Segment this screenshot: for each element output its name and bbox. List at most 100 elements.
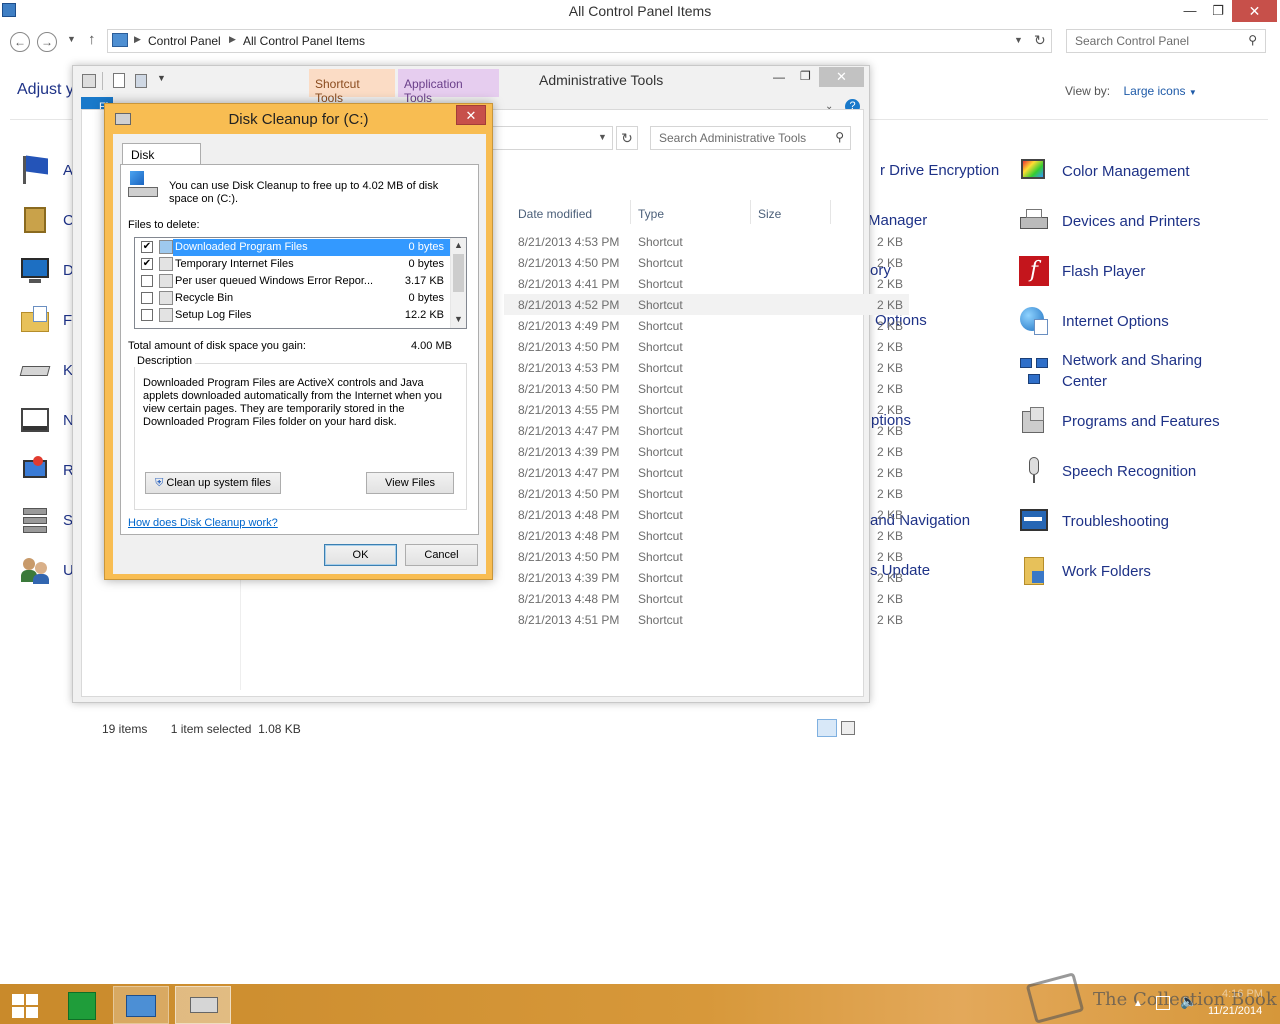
table-row[interactable]: 8/21/2013 4:48 PM Shortcut 2 KB [504, 504, 909, 525]
address-bar[interactable]: ▼ [491, 126, 613, 150]
table-row[interactable]: 8/21/2013 4:39 PM Shortcut 2 KB [504, 567, 909, 588]
forward-button[interactable]: → [37, 32, 57, 52]
cp-item-internet-options[interactable]: Internet Options [1018, 305, 1169, 337]
table-row[interactable]: 8/21/2013 4:53 PM Shortcut 2 KB [504, 231, 909, 252]
table-row[interactable]: 8/21/2013 4:41 PM Shortcut 2 KB [504, 273, 909, 294]
table-row[interactable]: 8/21/2013 4:50 PM Shortcut 2 KB [504, 336, 909, 357]
table-row[interactable]: 8/21/2013 4:52 PM Shortcut 2 KB [504, 294, 909, 315]
list-item[interactable]: Recycle Bin 0 bytes [135, 290, 452, 307]
table-row[interactable]: 8/21/2013 4:47 PM Shortcut 2 KB [504, 420, 909, 441]
tab-disk-cleanup[interactable]: Disk Cleanup [122, 143, 201, 176]
taskbar-control-panel-button[interactable] [113, 986, 169, 1024]
table-row[interactable]: 8/21/2013 4:53 PM Shortcut 2 KB [504, 357, 909, 378]
cancel-button[interactable]: Cancel [405, 544, 478, 566]
refresh-button[interactable]: ↻ [616, 126, 638, 150]
cp-item-action-center[interactable]: A [19, 154, 73, 186]
close-button[interactable]: ✕ [819, 67, 864, 87]
cp-item-network-sharing[interactable]: Network and Sharing Center [1018, 350, 1232, 392]
cp-item-notification-area[interactable]: N [19, 404, 74, 436]
cp-item-credential-manager[interactable]: C [19, 204, 74, 236]
list-item[interactable]: Setup Log Files 12.2 KB [135, 307, 452, 324]
view-by-value[interactable]: Large icons [1123, 84, 1185, 98]
new-folder-icon[interactable] [135, 74, 147, 88]
maximize-button[interactable]: ❐ [800, 69, 811, 83]
cp-item-device-manager[interactable]: Manager [868, 210, 927, 231]
new-document-icon[interactable] [113, 73, 125, 88]
minimize-button[interactable]: — [773, 70, 785, 84]
table-row[interactable]: 8/21/2013 4:50 PM Shortcut 2 KB [504, 483, 909, 504]
address-dropdown-icon[interactable]: ▼ [1014, 35, 1023, 45]
table-row[interactable]: 8/21/2013 4:50 PM Shortcut 2 KB [504, 546, 909, 567]
large-icons-view-button[interactable] [841, 721, 855, 735]
scroll-down-icon[interactable]: ▼ [454, 314, 463, 324]
minimize-button[interactable]: — [1180, 0, 1200, 22]
address-dropdown-icon[interactable]: ▼ [598, 132, 607, 142]
table-row[interactable]: 8/21/2013 4:50 PM Shortcut 2 KB [504, 378, 909, 399]
clock-time[interactable]: 4:16 PM [1222, 988, 1263, 1000]
properties-icon[interactable] [82, 74, 96, 88]
view-files-button[interactable]: View Files [366, 472, 454, 494]
cp-item-bitlocker[interactable]: r Drive Encryption [880, 160, 999, 181]
control-panel-search-input[interactable]: Search Control Panel ⚲ [1066, 29, 1266, 53]
help-link[interactable]: How does Disk Cleanup work? [128, 517, 278, 529]
column-size[interactable]: Size [758, 207, 781, 221]
item-checkbox[interactable] [141, 309, 153, 321]
cp-item-user-accounts[interactable]: U [19, 554, 74, 586]
list-item[interactable]: ✔ Downloaded Program Files 0 bytes [135, 239, 452, 256]
show-hidden-icons-chevron-icon[interactable]: ▲ [1133, 998, 1143, 1009]
application-tools-tab[interactable]: Application Tools [398, 69, 499, 105]
column-divider[interactable] [750, 200, 751, 224]
scroll-up-icon[interactable]: ▲ [454, 240, 463, 250]
cp-item-storage-spaces[interactable]: S [19, 504, 73, 536]
table-row[interactable]: 8/21/2013 4:49 PM Shortcut 2 KB [504, 315, 909, 336]
cp-item-devices-printers[interactable]: Devices and Printers [1018, 205, 1200, 237]
cp-item-file-history[interactable]: F [19, 304, 72, 336]
network-tray-icon[interactable] [1156, 996, 1170, 1010]
refresh-icon[interactable]: ↻ [1034, 32, 1046, 49]
table-row[interactable]: 8/21/2013 4:50 PM Shortcut 2 KB [504, 252, 909, 273]
details-view-button[interactable] [817, 719, 837, 737]
breadcrumb-separator-icon[interactable]: ▶ [229, 34, 236, 45]
column-date-modified[interactable]: Date modified [518, 207, 592, 221]
list-item[interactable]: ✔ Temporary Internet Files 0 bytes [135, 256, 452, 273]
start-button[interactable] [0, 986, 56, 1024]
close-button[interactable]: ✕ [1232, 0, 1277, 22]
back-button[interactable]: ← [10, 32, 30, 52]
files-to-delete-list[interactable]: ✔ Downloaded Program Files 0 bytes ✔ Tempora… [134, 237, 467, 329]
breadcrumb-control-panel[interactable]: Control Panel [148, 34, 221, 48]
taskbar-disk-cleanup-button[interactable] [175, 986, 231, 1024]
maximize-button[interactable]: ❐ [1208, 0, 1228, 22]
item-checkbox[interactable] [141, 292, 153, 304]
cp-item-speech-recognition[interactable]: Speech Recognition [1018, 455, 1196, 487]
cp-item-display[interactable]: D [19, 254, 74, 286]
cp-item-work-folders[interactable]: Work Folders [1018, 555, 1151, 587]
cp-item-flash-player[interactable]: f Flash Player [1018, 255, 1145, 287]
admin-tools-search-input[interactable]: Search Administrative Tools ⚲ [650, 126, 851, 150]
clean-up-system-files-button[interactable]: ⛨ Clean up system files [145, 472, 281, 494]
view-by-control[interactable]: View by: Large icons ▼ [1065, 84, 1197, 98]
item-checkbox[interactable] [141, 275, 153, 287]
list-scrollbar[interactable]: ▲ ▼ [450, 238, 466, 328]
ok-button[interactable]: OK [324, 544, 397, 566]
taskbar-store-button[interactable] [54, 986, 110, 1024]
address-bar[interactable]: ▶ Control Panel ▶ All Control Panel Item… [107, 29, 1052, 53]
clock-date[interactable]: 11/21/2014 [1208, 1005, 1262, 1017]
column-type[interactable]: Type [638, 207, 664, 221]
column-divider[interactable] [630, 200, 631, 224]
view-by-chevron-icon[interactable]: ▼ [1189, 88, 1197, 97]
table-row[interactable]: 8/21/2013 4:39 PM Shortcut 2 KB [504, 441, 909, 462]
column-divider[interactable] [830, 200, 831, 224]
table-row[interactable]: 8/21/2013 4:47 PM Shortcut 2 KB [504, 462, 909, 483]
recent-locations-chevron-icon[interactable]: ▼ [67, 34, 76, 44]
list-item[interactable]: Per user queued Windows Error Repor... 3.… [135, 273, 452, 290]
cp-item-programs-features[interactable]: Programs and Features [1018, 405, 1220, 437]
cp-item-remote-app[interactable]: R [19, 454, 74, 486]
close-button[interactable]: ✕ [456, 105, 486, 125]
table-row[interactable]: 8/21/2013 4:48 PM Shortcut 2 KB [504, 525, 909, 546]
item-checkbox[interactable]: ✔ [141, 258, 153, 270]
table-row[interactable]: 8/21/2013 4:55 PM Shortcut 2 KB [504, 399, 909, 420]
breadcrumb-separator-icon[interactable]: ▶ [134, 34, 141, 45]
scroll-thumb[interactable] [453, 254, 464, 292]
up-button[interactable]: ↑ [88, 31, 96, 48]
item-checkbox[interactable]: ✔ [141, 241, 153, 253]
